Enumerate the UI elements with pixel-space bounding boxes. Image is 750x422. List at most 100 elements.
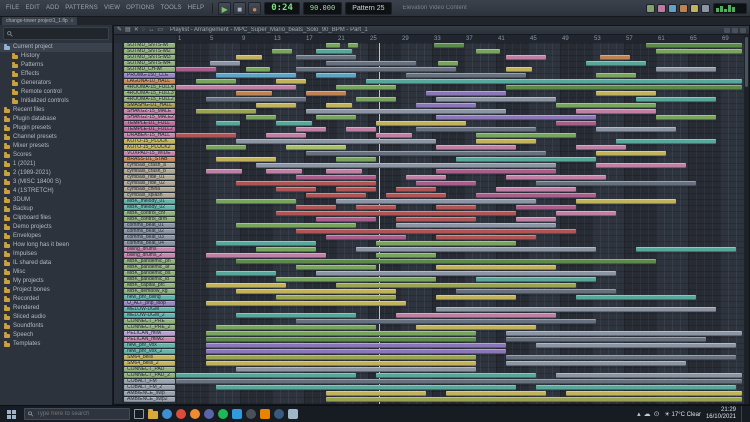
pattern-clip[interactable] xyxy=(216,271,276,276)
track-name-button[interactable]: cymbals_crash_b xyxy=(124,169,175,174)
pattern-clip[interactable] xyxy=(236,181,376,186)
browser-item-plugin-database[interactable]: Plugin database xyxy=(0,115,112,124)
mixer-panel-icon[interactable] xyxy=(668,4,677,13)
pattern-clip[interactable] xyxy=(366,79,742,84)
track-name-button[interactable]: 4ROOMA-15_FULL2 xyxy=(124,97,175,102)
pattern-clip[interactable] xyxy=(356,205,396,210)
pattern-clip[interactable] xyxy=(436,145,516,150)
show-desktop-button[interactable] xyxy=(741,406,745,422)
browser-item-2-1989-2021-[interactable]: 2 (1989-2021) xyxy=(0,169,112,178)
menu-options[interactable]: OPTIONS xyxy=(123,5,157,11)
pattern-clip[interactable] xyxy=(386,193,446,198)
edge-icon[interactable] xyxy=(162,409,172,419)
browser-item-recent-files[interactable]: Recent files xyxy=(0,106,112,115)
pattern-clip[interactable] xyxy=(236,289,396,294)
pattern-clip[interactable] xyxy=(336,199,536,204)
browser-item-backup[interactable]: Backup xyxy=(0,205,112,214)
pattern-clip[interactable] xyxy=(506,85,742,90)
pattern-clip[interactable] xyxy=(316,217,376,222)
pattern-clip[interactable] xyxy=(206,349,506,354)
pattern-clip[interactable] xyxy=(276,79,306,84)
pattern-clip[interactable] xyxy=(206,343,506,348)
pattern-clip[interactable] xyxy=(176,379,742,384)
pattern-clip[interactable] xyxy=(596,73,636,78)
pattern-clip[interactable] xyxy=(536,181,696,186)
track-name-button[interactable]: COBALT_FM_2 xyxy=(124,385,175,390)
pattern-clip[interactable] xyxy=(436,265,556,270)
track-name-button[interactable]: SOTMD_SNTS-wt3 xyxy=(124,55,175,60)
pattern-clip[interactable] xyxy=(216,241,316,246)
pattern-clip[interactable] xyxy=(436,169,556,174)
pattern-clip[interactable] xyxy=(636,247,736,252)
pattern-clip[interactable] xyxy=(216,73,296,78)
pattern-clip[interactable] xyxy=(476,139,536,144)
track-name-button[interactable]: comms_beat_04 xyxy=(124,241,175,246)
pattern-clip[interactable] xyxy=(306,193,366,198)
pattern-clip[interactable] xyxy=(476,193,596,198)
track-name-button[interactable]: TEMPLE-D1_FULL2 xyxy=(124,127,175,132)
browser-item-templates[interactable]: Templates xyxy=(0,340,112,349)
pattern-clip[interactable] xyxy=(206,253,326,258)
pattern-clip[interactable] xyxy=(276,295,396,300)
track-name-button[interactable]: 4ROOMA-15_FULL3 xyxy=(124,91,175,96)
track-name-button[interactable]: MBK_melody_02 xyxy=(124,205,175,210)
browser-item-recorded[interactable]: Recorded xyxy=(0,295,112,304)
task-view-icon[interactable] xyxy=(134,409,144,419)
browser-item-current-project[interactable]: Current project xyxy=(0,43,112,52)
pattern-clip[interactable] xyxy=(416,325,536,330)
browser-item-generators[interactable]: Generators xyxy=(0,79,112,88)
track-name-button[interactable]: VOXPAD-15_WIDE xyxy=(124,151,175,156)
pattern-clip[interactable] xyxy=(256,163,556,168)
pattern-clip[interactable] xyxy=(216,385,516,390)
pattern-clip[interactable] xyxy=(272,49,292,54)
pattern-clip[interactable] xyxy=(616,139,716,144)
browser-item-initialized-controls[interactable]: Initialized controls xyxy=(0,97,112,106)
pattern-clip[interactable] xyxy=(556,373,742,378)
browser-item-sliced-audio[interactable]: Sliced audio xyxy=(0,313,112,322)
pattern-clip[interactable] xyxy=(266,133,306,138)
menu-tools[interactable]: TOOLS xyxy=(158,5,185,11)
pattern-clip[interactable] xyxy=(536,385,736,390)
pattern-clip[interactable] xyxy=(596,127,676,132)
paint-tool-icon[interactable]: ▤ xyxy=(125,26,131,34)
menu-view[interactable]: VIEW xyxy=(101,5,123,11)
browser-item-effects[interactable]: Effects xyxy=(0,70,112,79)
menu-add[interactable]: ADD xyxy=(43,5,62,11)
pattern-clip[interactable] xyxy=(416,127,536,132)
close-icon[interactable] xyxy=(740,28,746,33)
taskbar-clock[interactable]: 21:29 16/10/2021 xyxy=(706,407,736,421)
pattern-selector[interactable]: Pattern 25 xyxy=(345,2,391,15)
track-name-button[interactable]: MBK_pandemic_bs xyxy=(124,271,175,276)
pattern-clip[interactable] xyxy=(506,355,736,360)
pattern-clip[interactable] xyxy=(496,187,576,192)
pattern-clip[interactable] xyxy=(296,67,456,72)
pattern-clip[interactable] xyxy=(276,211,516,216)
pattern-clip[interactable] xyxy=(246,115,276,120)
browser-panel-icon[interactable] xyxy=(690,4,699,13)
pattern-clip[interactable] xyxy=(276,121,312,126)
track-name-button[interactable]: KOTO-15_PLUCK xyxy=(124,139,175,144)
browser-item-plugin-presets[interactable]: Plugin presets xyxy=(0,124,112,133)
pattern-clip[interactable] xyxy=(176,133,236,138)
playlist-titlebar[interactable]: ✎▤✕◌↔▭ Playlist - Arrangement - MPC_Supe… xyxy=(114,26,749,35)
track-name-button[interactable]: MBK_pandemic_pn xyxy=(124,259,175,264)
browser-item-envelopes[interactable]: Envelopes xyxy=(0,232,112,241)
pattern-clip[interactable] xyxy=(376,373,536,378)
pattern-clip[interactable] xyxy=(556,103,656,108)
pattern-clip[interactable] xyxy=(206,361,476,366)
weather-widget[interactable]: ☀ 17°C Clear xyxy=(664,411,700,418)
track-name-button[interactable]: PROMG-150_CLE xyxy=(124,73,175,78)
pattern-clip[interactable] xyxy=(296,127,326,132)
project-tab[interactable]: change-tower project1_1.flp x xyxy=(2,17,77,25)
track-name-button[interactable]: cymbals_china xyxy=(124,187,175,192)
pattern-clip[interactable] xyxy=(236,259,656,264)
pattern-clip[interactable] xyxy=(556,121,596,126)
pattern-clip[interactable] xyxy=(306,91,346,96)
pattern-clip[interactable] xyxy=(236,367,476,372)
track-name-button[interactable]: new_pnr_biling xyxy=(124,295,175,300)
maximize-icon[interactable] xyxy=(732,28,738,33)
pattern-clip[interactable] xyxy=(376,133,412,138)
pattern-clip[interactable] xyxy=(356,97,396,102)
track-name-button[interactable]: CONNECT_PAD_2 xyxy=(124,373,175,378)
track-name-button[interactable]: cymbals_ride_01 xyxy=(124,175,175,180)
